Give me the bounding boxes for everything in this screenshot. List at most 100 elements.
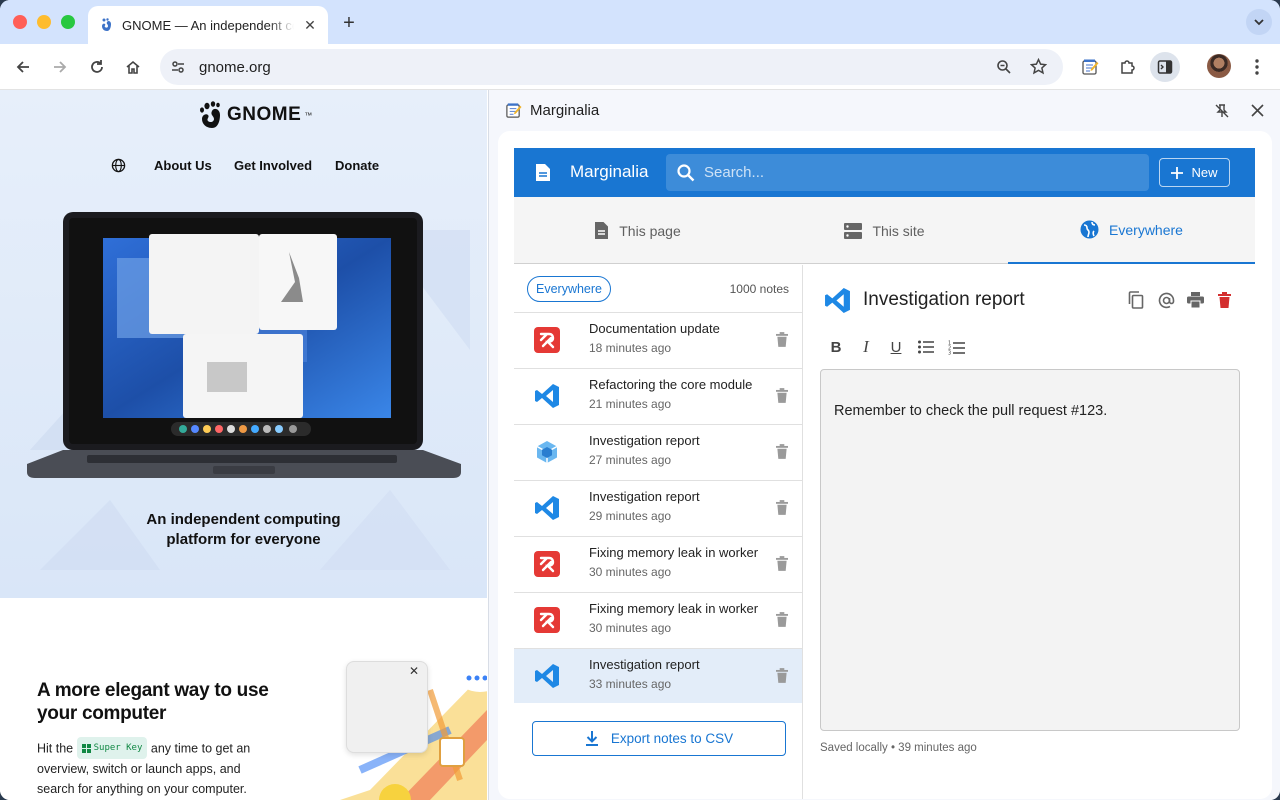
note-item-title: Fixing memory leak in worker — [589, 545, 759, 560]
popup-close-icon: ✕ — [408, 664, 419, 678]
url-text: gnome.org — [199, 59, 271, 76]
vscode-icon — [534, 495, 560, 521]
trademark-mark: ™ — [304, 110, 313, 120]
search-input[interactable] — [704, 154, 1134, 191]
note-list-item[interactable]: Investigation report 33 minutes ago — [514, 648, 802, 703]
tab-this-page[interactable]: This page — [514, 197, 761, 264]
scope-filter-chip[interactable]: Everywhere — [527, 276, 611, 302]
chevron-down-icon — [1254, 19, 1264, 26]
section-text-before: Hit the — [37, 741, 74, 756]
at-sign-icon — [1158, 292, 1174, 308]
reload-button[interactable] — [83, 53, 111, 81]
copy-button[interactable] — [1126, 290, 1146, 310]
delete-note-icon[interactable] — [776, 444, 790, 460]
new-tab-button[interactable]: + — [338, 12, 360, 34]
gnome-website: GNOME ™ About Us Get Involved Donate An … — [0, 90, 487, 800]
gnome-logo[interactable]: GNOME ™ — [198, 100, 312, 130]
note-detail: Investigation report B I U 1 2 3 Remembe… — [804, 265, 1255, 799]
tab-search-button[interactable] — [1246, 9, 1272, 35]
vscode-icon — [825, 288, 850, 313]
export-csv-button[interactable]: Export notes to CSV — [532, 721, 786, 756]
section-title: A more elegant way to use your computer — [37, 679, 297, 725]
print-button[interactable] — [1185, 290, 1205, 310]
tab-this-page-label: This page — [619, 222, 681, 239]
cube-icon — [534, 439, 560, 465]
zoom-icon[interactable] — [996, 59, 1012, 75]
nav-donate[interactable]: Donate — [335, 158, 379, 173]
note-editor[interactable]: Remember to check the pull request #123. — [820, 369, 1240, 731]
document-icon — [536, 164, 550, 181]
address-bar[interactable]: gnome.org — [160, 49, 1063, 85]
new-note-button[interactable]: New — [1159, 158, 1230, 187]
note-list-item[interactable]: Investigation report 29 minutes ago — [514, 480, 802, 535]
nav-get-involved[interactable]: Get Involved — [234, 158, 312, 173]
close-tab-icon[interactable]: ✕ — [302, 17, 318, 33]
search-icon — [677, 164, 695, 182]
note-body[interactable]: Remember to check the pull request #123. — [834, 403, 1107, 419]
bullet-list-button[interactable] — [916, 337, 936, 357]
nav-about-us[interactable]: About Us — [154, 158, 212, 173]
note-list-item[interactable]: Fixing memory leak in worker 30 minutes a… — [514, 536, 802, 591]
site-settings-icon[interactable] — [170, 59, 186, 75]
numbered-list-icon: 123 — [948, 340, 965, 355]
kebab-menu-icon — [1255, 59, 1259, 75]
tab-everywhere[interactable]: Everywhere — [1008, 197, 1255, 264]
hero-title-line-2: platform for everyone — [166, 531, 321, 548]
marginalia-extension-button[interactable] — [1076, 53, 1104, 81]
delete-note-icon[interactable] — [776, 556, 790, 572]
note-item-title: Investigation report — [589, 657, 700, 672]
browser-tab[interactable]: GNOME — An independent computing platfor… — [88, 6, 328, 44]
underline-button[interactable]: U — [886, 337, 906, 357]
delete-note-button[interactable] — [1214, 290, 1234, 310]
home-icon — [126, 60, 140, 74]
trash-red-icon — [1217, 292, 1231, 308]
note-list-item[interactable]: Documentation update 18 minutes ago — [514, 312, 802, 367]
gnome-favicon-icon — [102, 18, 111, 31]
note-item-title: Fixing memory leak in worker — [589, 601, 759, 616]
delete-note-icon[interactable] — [776, 500, 790, 516]
export-csv-label: Export notes to CSV — [610, 731, 734, 746]
extensions-button[interactable] — [1114, 53, 1142, 81]
unpin-icon[interactable] — [1215, 104, 1229, 118]
close-panel-icon[interactable] — [1251, 104, 1264, 117]
mention-button[interactable] — [1156, 290, 1176, 310]
note-item-title: Investigation report — [589, 433, 700, 448]
tab-title: GNOME — An independent computing platfor… — [122, 17, 294, 33]
note-title[interactable]: Investigation report — [863, 289, 1025, 311]
section-title-line-2: your computer — [37, 703, 167, 724]
home-button[interactable] — [119, 53, 147, 81]
browser-menu-button[interactable] — [1243, 53, 1271, 81]
bold-button[interactable]: B — [826, 337, 846, 357]
hero-section: GNOME ™ About Us Get Involved Donate An … — [0, 90, 487, 598]
note-item-time: 29 minutes ago — [589, 509, 672, 523]
maximize-window-button[interactable] — [61, 15, 75, 29]
hero-title-line-1: An independent computing — [146, 511, 341, 528]
tab-this-site[interactable]: This site — [761, 197, 1008, 264]
bookmark-star-icon[interactable] — [1030, 58, 1047, 75]
side-panel-button[interactable] — [1150, 52, 1180, 82]
back-button[interactable] — [9, 53, 37, 81]
save-status: Saved locally • 39 minutes ago — [820, 742, 977, 754]
forward-button[interactable] — [46, 53, 74, 81]
browser-window: GNOME — An independent computing platfor… — [0, 0, 1280, 800]
delete-note-icon[interactable] — [776, 612, 790, 628]
note-list-item[interactable]: Fixing memory leak in worker 30 minutes a… — [514, 592, 802, 647]
language-globe-icon[interactable] — [111, 158, 126, 173]
close-window-button[interactable] — [13, 15, 27, 29]
italic-button[interactable]: I — [856, 337, 876, 357]
delete-note-icon[interactable] — [776, 332, 790, 348]
numbered-list-button[interactable]: 123 — [946, 337, 966, 357]
profile-avatar[interactable] — [1207, 54, 1231, 78]
minimize-window-button[interactable] — [37, 15, 51, 29]
tab-this-site-label: This site — [872, 222, 925, 239]
note-item-time: 30 minutes ago — [589, 565, 672, 579]
delete-note-icon[interactable] — [776, 388, 790, 404]
app-red-icon — [534, 327, 560, 353]
delete-note-icon[interactable] — [776, 668, 790, 684]
search-box[interactable] — [666, 154, 1149, 191]
note-list-item[interactable]: Investigation report 27 minutes ago — [514, 424, 802, 479]
note-list-item[interactable]: Refactoring the core module 21 minutes ag… — [514, 368, 802, 423]
print-icon — [1186, 292, 1204, 308]
page-icon — [595, 222, 609, 239]
arrow-right-icon — [54, 61, 67, 73]
